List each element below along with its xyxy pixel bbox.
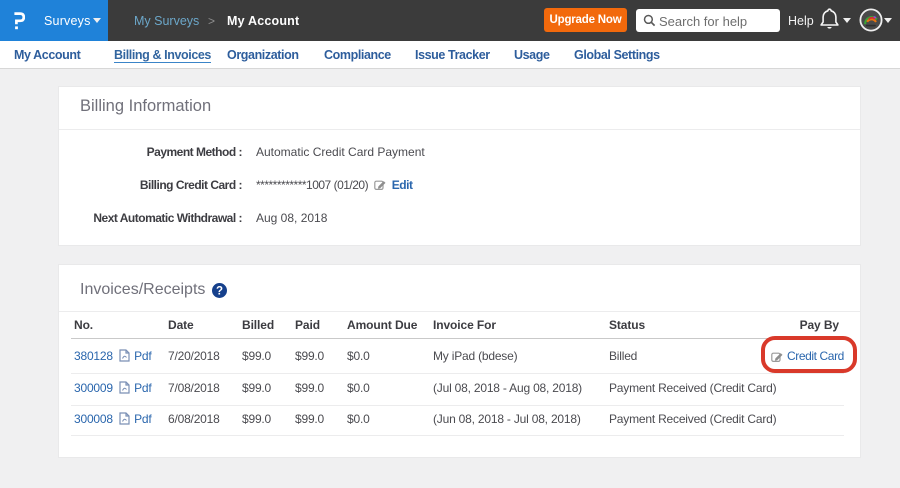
svg-text:?: ?: [216, 286, 223, 298]
